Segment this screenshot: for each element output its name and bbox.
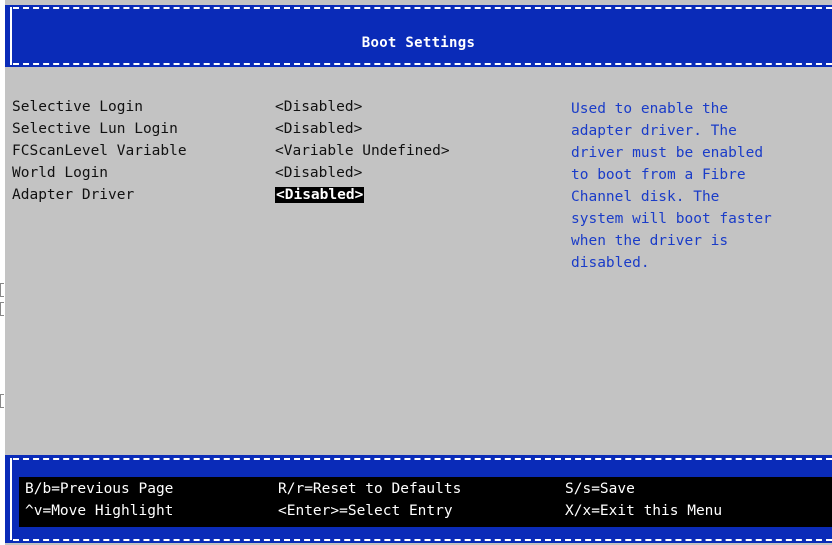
help-line: disabled. — [571, 255, 650, 271]
footer-key-panel: B/b=Previous Page R/r=Reset to Defaults … — [19, 477, 832, 527]
key-select-entry: <Enter>=Select Entry — [278, 503, 453, 519]
setting-label-fcscanlevel-variable: FCScanLevel Variable — [12, 143, 187, 159]
setting-label-adapter-driver: Adapter Driver — [12, 187, 135, 203]
key-save: S/s=Save — [565, 481, 635, 497]
edge-bracket-mark — [0, 302, 4, 316]
setting-value-adapter-driver[interactable]: <Disabled> — [275, 187, 365, 203]
title-bottom-border — [13, 63, 832, 65]
edge-bracket-mark — [0, 394, 4, 408]
help-line: to boot from a Fibre — [571, 167, 746, 183]
help-line: Used to enable the — [571, 101, 729, 117]
setting-value-selective-login[interactable]: <Disabled> — [275, 99, 362, 115]
footer-left-border — [10, 458, 12, 540]
footer-bottom-border — [13, 539, 832, 541]
key-exit-menu: X/x=Exit this Menu — [565, 503, 723, 519]
setting-label-world-login: World Login — [12, 165, 109, 181]
edge-bracket-mark — [0, 283, 4, 297]
help-line: Channel disk. The — [571, 189, 720, 205]
key-move-highlight: ^v=Move Highlight — [25, 503, 174, 519]
setting-label-selective-login: Selective Login — [12, 99, 143, 115]
setting-value-selective-lun-login[interactable]: <Disabled> — [275, 121, 362, 137]
help-line: system will boot faster — [571, 211, 772, 227]
footer-top-border — [13, 458, 832, 460]
help-line: when the driver is — [571, 233, 729, 249]
help-line: adapter driver. The — [571, 123, 737, 139]
setting-value-fcscanlevel-variable[interactable]: <Variable Undefined> — [275, 143, 450, 159]
title-top-border — [13, 7, 832, 9]
page-title: Boot Settings — [361, 35, 476, 51]
help-panel: Used to enable the adapter driver. The d… — [571, 98, 831, 274]
setting-value-world-login[interactable]: <Disabled> — [275, 165, 362, 181]
title-bar: Boot Settings — [5, 5, 832, 67]
key-reset-defaults: R/r=Reset to Defaults — [278, 481, 462, 497]
key-previous-page: B/b=Previous Page — [25, 481, 174, 497]
help-line: driver must be enabled — [571, 145, 764, 161]
footer-key-legend: B/b=Previous Page R/r=Reset to Defaults … — [5, 455, 832, 543]
setting-label-selective-lun-login: Selective Lun Login — [12, 121, 178, 137]
